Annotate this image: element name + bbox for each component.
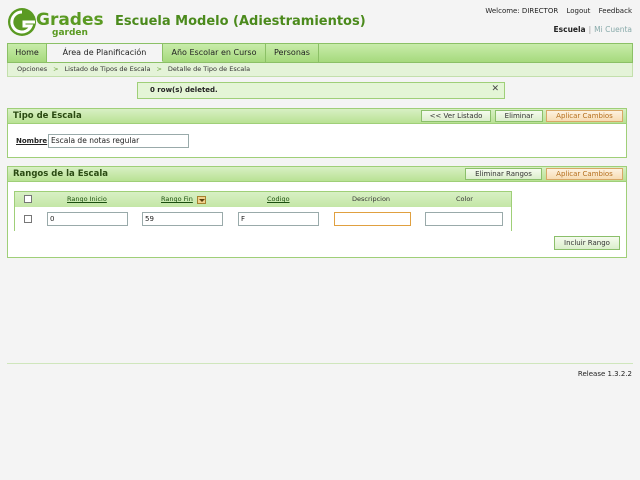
- feedback-link[interactable]: Feedback: [599, 7, 632, 15]
- footer-divider: [7, 363, 633, 364]
- mi-cuenta-link[interactable]: Mi Cuenta: [594, 25, 632, 34]
- col-rango-inicio[interactable]: Rango Inicio: [67, 195, 107, 203]
- eliminar-rangos-button[interactable]: Eliminar Rangos: [465, 168, 542, 180]
- codigo-input[interactable]: F: [238, 212, 319, 226]
- rangos-escala-title: Rangos de la Escala: [13, 169, 108, 179]
- nav-ano-escolar[interactable]: Año Escolar en Curso: [163, 44, 266, 62]
- nombre-label: Nombre: [16, 137, 48, 145]
- eliminar-button[interactable]: Eliminar: [495, 110, 543, 122]
- breadcrumb: Opciones > Listado de Tipos de Escala > Deta…: [7, 63, 633, 77]
- tipo-escala-header: Tipo de Escala << Ver Listado Eliminar A…: [8, 109, 626, 124]
- escuela-link[interactable]: Escuela: [554, 25, 586, 34]
- col-codigo[interactable]: Codigo: [267, 195, 290, 203]
- main-nav: Home Área de Planificación Año Escolar e…: [7, 43, 633, 63]
- aplicar-cambios-rangos-button[interactable]: Aplicar Cambios: [546, 168, 623, 180]
- sort-desc-icon[interactable]: [197, 196, 206, 204]
- descripcion-input[interactable]: [334, 212, 411, 226]
- logo-top-text: Grades: [36, 10, 104, 30]
- tipo-escala-title: Tipo de Escala: [13, 111, 82, 121]
- rangos-table: Rango Inicio Rango Fin Codigo Descripcio…: [14, 191, 512, 231]
- table-header-row: Rango Inicio Rango Fin Codigo Descripcio…: [15, 192, 511, 207]
- status-message-text: 0 row(s) deleted.: [150, 86, 218, 94]
- rango-fin-input[interactable]: 59: [142, 212, 223, 226]
- aplicar-cambios-button[interactable]: Aplicar Cambios: [546, 110, 623, 122]
- logo-bottom-text: garden: [52, 28, 88, 38]
- ver-listado-button[interactable]: << Ver Listado: [421, 110, 491, 122]
- row-checkbox[interactable]: [24, 215, 32, 223]
- nav-personas[interactable]: Personas: [266, 44, 319, 62]
- breadcrumb-listado[interactable]: Listado de Tipos de Escala: [65, 65, 151, 73]
- col-descripcion: Descripcion: [352, 195, 391, 203]
- release-version: Release 1.3.2.2: [577, 370, 632, 378]
- nombre-input[interactable]: Escala de notas regular: [48, 134, 189, 148]
- logout-link[interactable]: Logout: [566, 7, 590, 15]
- rangos-escala-panel: Rangos de la Escala Eliminar Rangos Apli…: [7, 166, 627, 258]
- welcome-text: Welcome: DIRECTOR: [485, 7, 559, 15]
- grades-garden-logo: Grades garden: [8, 6, 104, 38]
- nav-area-planificacion[interactable]: Área de Planificación: [47, 44, 163, 62]
- tipo-escala-panel: Tipo de Escala << Ver Listado Eliminar A…: [7, 108, 627, 158]
- breadcrumb-separator: >: [53, 65, 59, 73]
- close-icon[interactable]: ✕: [491, 82, 499, 97]
- status-message: 0 row(s) deleted. ✕: [137, 82, 505, 99]
- rango-inicio-input[interactable]: 0: [47, 212, 128, 226]
- top-links: Welcome: DIRECTOR Logout Feedback: [479, 7, 632, 15]
- color-input[interactable]: [425, 212, 503, 226]
- context-links: Escuela | Mi Cuenta: [554, 25, 632, 34]
- table-row: 0 59 F: [15, 207, 511, 231]
- breadcrumb-separator: >: [156, 65, 162, 73]
- context-separator: |: [588, 25, 592, 34]
- col-color: Color: [456, 195, 473, 203]
- nav-home[interactable]: Home: [8, 44, 47, 62]
- breadcrumb-detalle: Detalle de Tipo de Escala: [167, 65, 251, 73]
- rangos-escala-header: Rangos de la Escala Eliminar Rangos Apli…: [8, 167, 626, 182]
- breadcrumb-opciones[interactable]: Opciones: [17, 65, 47, 73]
- select-all-checkbox[interactable]: [24, 195, 32, 203]
- app-title: Escuela Modelo (Adiestramientos): [115, 14, 366, 29]
- incluir-rango-button[interactable]: Incluir Rango: [554, 236, 620, 250]
- col-rango-fin[interactable]: Rango Fin: [161, 195, 193, 203]
